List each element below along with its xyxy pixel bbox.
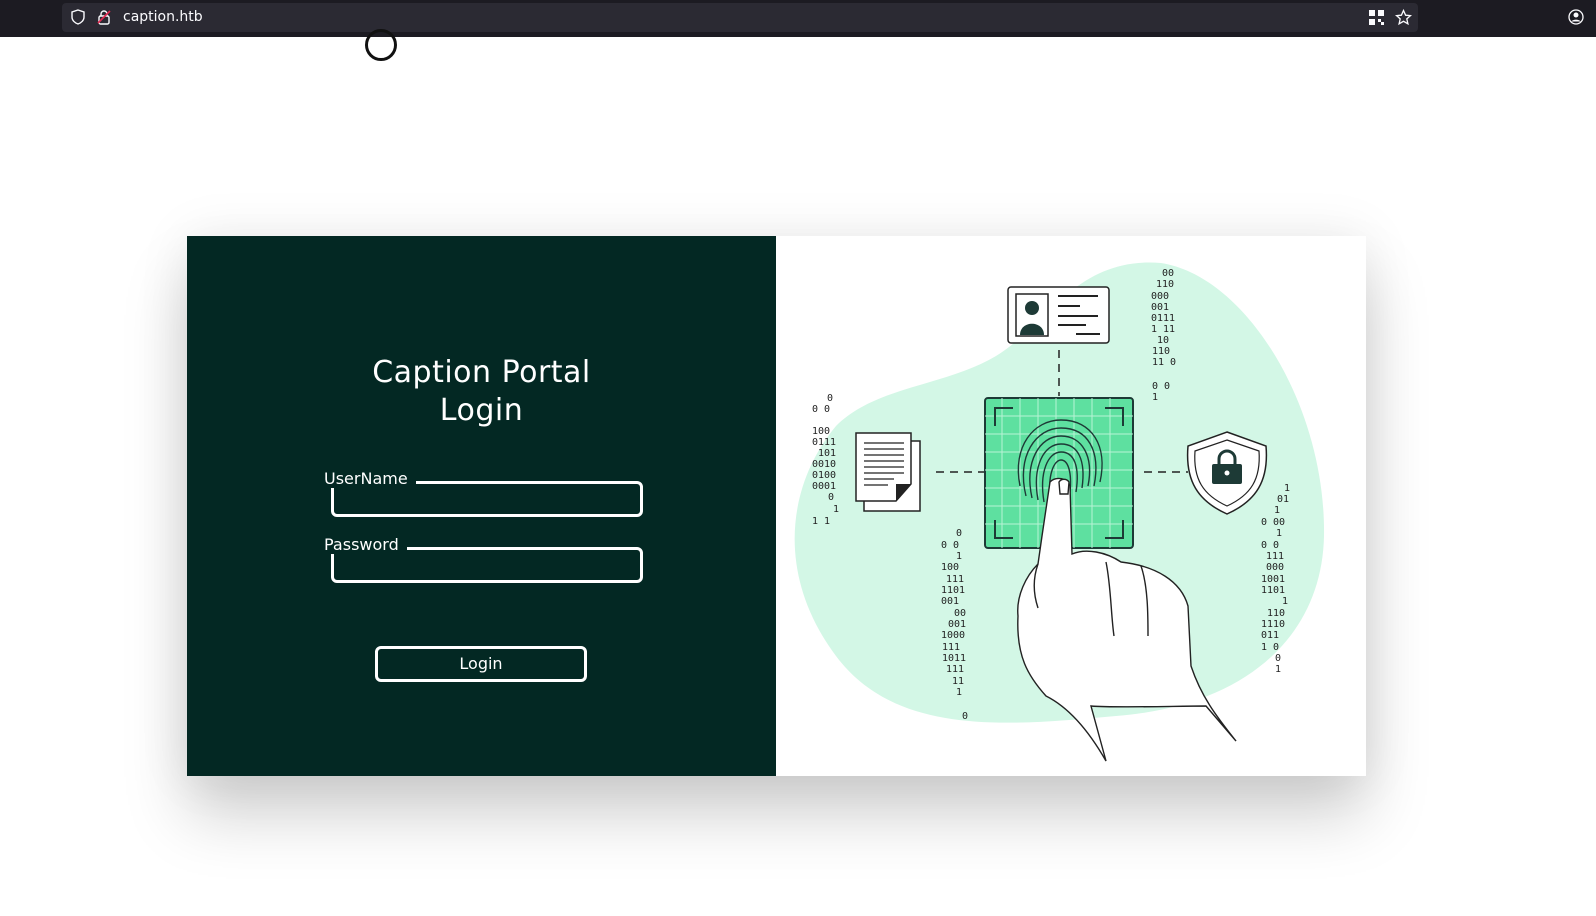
svg-text:1: 1 (1275, 664, 1281, 675)
svg-text:0 0: 0 0 (1152, 381, 1170, 392)
svg-text:110: 110 (1156, 279, 1174, 290)
svg-text:0: 0 (962, 711, 968, 722)
svg-text:1 0: 1 0 (1261, 642, 1279, 653)
id-card-icon (1007, 286, 1110, 344)
svg-text:1110: 1110 (1261, 619, 1285, 630)
svg-text:00: 00 (1162, 268, 1174, 279)
svg-text:000: 000 (1151, 291, 1169, 302)
svg-text:0 0: 0 0 (1261, 540, 1279, 551)
title-line-2: Login (439, 393, 524, 428)
svg-text:01: 01 (1277, 494, 1289, 505)
svg-text:1101: 1101 (1261, 585, 1285, 596)
svg-text:1: 1 (956, 551, 962, 562)
mouse-cursor (365, 29, 397, 61)
svg-text:111: 111 (942, 642, 960, 653)
svg-text:0111: 0111 (812, 437, 836, 448)
svg-text:101: 101 (818, 448, 836, 459)
lock-icon[interactable] (96, 9, 112, 25)
svg-text:1: 1 (1152, 392, 1158, 403)
svg-text:0001: 0001 (812, 481, 836, 492)
svg-text:1: 1 (1274, 505, 1280, 516)
address-bar[interactable]: caption.htb (62, 3, 1418, 32)
svg-text:100: 100 (812, 426, 830, 437)
svg-text:0010: 0010 (812, 459, 836, 470)
login-button[interactable]: Login (375, 646, 587, 682)
svg-text:11 0: 11 0 (1152, 357, 1176, 368)
document-icon (855, 432, 921, 512)
title-line-1: Caption Portal (372, 355, 591, 390)
svg-text:0: 0 (956, 528, 962, 539)
svg-text:000: 000 (1266, 562, 1284, 573)
shield-icon[interactable] (70, 9, 86, 25)
svg-text:11: 11 (952, 676, 964, 687)
svg-text:110: 110 (1267, 608, 1285, 619)
svg-text:011: 011 (1261, 630, 1279, 641)
fingerprint-illustration: 0011000000101111 111011011 00 01 00 0100… (794, 262, 1325, 762)
svg-text:100: 100 (941, 562, 959, 573)
svg-text:1: 1 (1282, 596, 1288, 607)
svg-text:1011: 1011 (942, 653, 966, 664)
svg-text:0: 0 (1275, 653, 1281, 664)
svg-text:001: 001 (948, 619, 966, 630)
svg-text:0100: 0100 (812, 470, 836, 481)
page-title: Caption Portal Login (187, 354, 776, 430)
svg-text:1: 1 (833, 504, 839, 515)
svg-text:111: 111 (946, 664, 964, 675)
svg-text:110: 110 (1152, 346, 1170, 357)
account-icon[interactable] (1568, 9, 1584, 25)
login-card: Caption Portal Login UserName Password L… (187, 236, 1366, 776)
star-icon[interactable] (1395, 9, 1412, 26)
svg-text:0111: 0111 (1151, 313, 1175, 324)
illustration-panel: 00 110 000 001 0111 1 11 10 110 11 00 01 00 0 100… (776, 236, 1366, 776)
svg-text:1001: 1001 (1261, 574, 1285, 585)
svg-text:0 0: 0 0 (941, 540, 959, 551)
svg-text:001: 001 (941, 596, 959, 607)
svg-text:1: 1 (956, 687, 962, 698)
svg-text:111: 111 (1266, 551, 1284, 562)
browser-toolbar: caption.htb (0, 0, 1596, 37)
svg-text:001: 001 (1151, 302, 1169, 313)
svg-text:1: 1 (1276, 528, 1282, 539)
svg-text:1 1: 1 1 (812, 516, 830, 527)
svg-text:111: 111 (946, 574, 964, 585)
svg-text:0: 0 (828, 492, 834, 503)
svg-text:0 00: 0 00 (1261, 517, 1285, 528)
password-label: Password (320, 535, 407, 554)
svg-text:1: 1 (1284, 483, 1290, 494)
login-panel: Caption Portal Login UserName Password L… (187, 236, 776, 776)
svg-text:0 0: 0 0 (812, 404, 830, 415)
svg-text:1 11: 1 11 (1151, 324, 1175, 335)
svg-text:10: 10 (1157, 335, 1169, 346)
svg-text:00: 00 (954, 608, 966, 619)
svg-text:1000: 1000 (941, 630, 965, 641)
url-text[interactable]: caption.htb (123, 9, 203, 25)
svg-text:1101: 1101 (941, 585, 965, 596)
username-label: UserName (320, 469, 416, 488)
svg-text:0: 0 (827, 393, 833, 404)
qr-code-icon[interactable] (1369, 10, 1384, 25)
